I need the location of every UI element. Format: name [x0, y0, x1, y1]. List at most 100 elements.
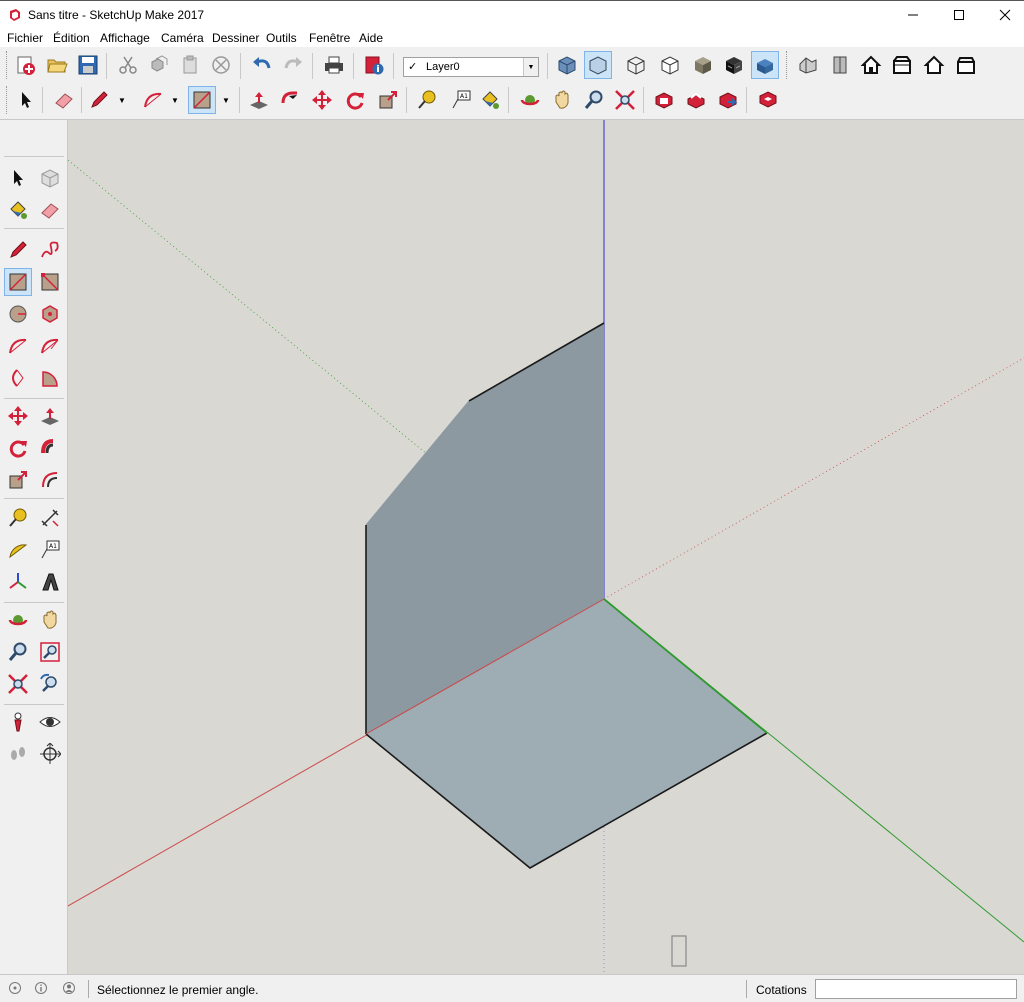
follow-me-tool-button[interactable] — [36, 434, 64, 462]
look-around-button[interactable] — [36, 708, 64, 736]
cut-button[interactable] — [114, 51, 142, 79]
save-button[interactable] — [74, 51, 102, 79]
rotate-tool-button[interactable] — [341, 86, 369, 114]
polygon-tool-button[interactable] — [36, 300, 64, 328]
eraser-tool-button[interactable] — [36, 196, 64, 224]
open-button[interactable] — [43, 51, 71, 79]
line-tool-button[interactable] — [4, 236, 32, 264]
front-view-button[interactable] — [857, 51, 885, 79]
zoom-tool-button[interactable] — [580, 86, 608, 114]
select-tool-button[interactable] — [4, 164, 32, 192]
back-view-button[interactable] — [920, 51, 948, 79]
line-tool-button[interactable] — [85, 86, 113, 114]
follow-me-tool-button[interactable] — [276, 86, 304, 114]
zoom-extents-tool-button[interactable] — [611, 86, 639, 114]
layer-select[interactable]: ✓ Layer0 ▼ — [403, 57, 539, 77]
scale-tool-button[interactable] — [374, 86, 402, 114]
arc-tool-button[interactable] — [139, 86, 167, 114]
user-account-icon[interactable] — [62, 981, 76, 995]
make-component-button[interactable] — [36, 164, 64, 192]
menu-fichier[interactable]: Fichier — [7, 31, 43, 45]
paste-button[interactable] — [176, 51, 204, 79]
top-view-button[interactable] — [826, 51, 854, 79]
menu-outils[interactable]: Outils — [266, 31, 297, 45]
maximize-button[interactable] — [936, 1, 982, 29]
left-view-button[interactable] — [952, 51, 980, 79]
credits-info-icon[interactable] — [34, 981, 48, 995]
tape-measure-tool-button[interactable] — [413, 86, 441, 114]
rotate-tool-button[interactable] — [4, 434, 32, 462]
move-tool-button[interactable] — [4, 402, 32, 430]
push-pull-tool-button[interactable] — [36, 402, 64, 430]
dimension-tool-button[interactable] — [36, 504, 64, 532]
zoom-tool-button[interactable] — [4, 638, 32, 666]
menu-edition[interactable]: Édition — [53, 31, 90, 45]
right-view-button[interactable] — [888, 51, 916, 79]
rotated-rectangle-tool-button[interactable] — [36, 268, 64, 296]
freehand-tool-button[interactable] — [36, 236, 64, 264]
select-tool-button[interactable] — [12, 86, 40, 114]
position-camera-button[interactable] — [4, 708, 32, 736]
close-button[interactable] — [982, 1, 1024, 29]
menu-affichage[interactable]: Affichage — [100, 31, 150, 45]
orbit-tool-button[interactable] — [4, 606, 32, 634]
back-edges-style-button[interactable] — [584, 51, 612, 79]
warehouse-button[interactable] — [650, 86, 678, 114]
iso-view-button[interactable] — [794, 51, 822, 79]
scale-tool-button[interactable] — [4, 466, 32, 494]
eraser-tool-button[interactable] — [50, 86, 78, 114]
three-point-arc-tool-button[interactable] — [4, 364, 32, 392]
move-tool-button[interactable] — [308, 86, 336, 114]
menu-camera[interactable]: Caméra — [161, 31, 204, 45]
arc-tool-button[interactable] — [4, 332, 32, 360]
circle-tool-button[interactable] — [4, 300, 32, 328]
chevron-down-icon[interactable]: ▼ — [221, 86, 231, 114]
measurements-input[interactable] — [815, 979, 1017, 999]
chevron-down-icon[interactable]: ▼ — [523, 58, 538, 76]
protractor-tool-button[interactable] — [4, 536, 32, 564]
copy-button[interactable] — [145, 51, 173, 79]
menu-fenetre[interactable]: Fenêtre — [309, 31, 350, 45]
extension-warehouse-button[interactable] — [754, 86, 782, 114]
3d-text-tool-button[interactable] — [36, 568, 64, 596]
chevron-down-icon[interactable]: ▼ — [117, 86, 127, 114]
monochrome-style-button[interactable] — [751, 51, 779, 79]
pie-tool-button[interactable] — [36, 364, 64, 392]
hidden-line-style-button[interactable] — [656, 51, 684, 79]
xray-style-button[interactable] — [553, 51, 581, 79]
toolbar-handle[interactable] — [786, 51, 790, 79]
pan-tool-button[interactable] — [548, 86, 576, 114]
new-button[interactable] — [12, 51, 40, 79]
two-point-arc-tool-button[interactable] — [36, 332, 64, 360]
menu-aide[interactable]: Aide — [359, 31, 383, 45]
print-button[interactable] — [320, 51, 348, 79]
tape-measure-tool-button[interactable] — [4, 504, 32, 532]
rectangle-tool-button[interactable] — [4, 268, 32, 296]
paint-bucket-tool-button[interactable] — [4, 196, 32, 224]
share-component-button[interactable] — [714, 86, 742, 114]
erase-button[interactable] — [207, 51, 235, 79]
rectangle-tool-button[interactable] — [188, 86, 216, 114]
toolbar-handle[interactable] — [6, 86, 10, 114]
offset-tool-button[interactable] — [36, 466, 64, 494]
zoom-window-tool-button[interactable] — [36, 638, 64, 666]
text-tool-button[interactable]: A1 — [36, 536, 64, 564]
menu-dessiner[interactable]: Dessiner — [212, 31, 259, 45]
model-info-button[interactable] — [360, 51, 388, 79]
zoom-extents-tool-button[interactable] — [4, 670, 32, 698]
orbit-tool-button[interactable] — [516, 86, 544, 114]
text-tool-button[interactable]: A1 — [447, 86, 475, 114]
modeling-viewport[interactable] — [68, 120, 1024, 974]
paint-bucket-tool-button[interactable] — [476, 86, 504, 114]
geolocation-icon[interactable] — [8, 981, 22, 995]
redo-button[interactable] — [279, 51, 307, 79]
undo-button[interactable] — [248, 51, 276, 79]
axes-tool-button[interactable] — [4, 568, 32, 596]
walk-button[interactable] — [4, 740, 32, 768]
previous-view-button[interactable] — [36, 670, 64, 698]
shaded-style-button[interactable] — [689, 51, 717, 79]
wireframe-style-button[interactable] — [622, 51, 650, 79]
share-model-button[interactable] — [682, 86, 710, 114]
toolbar-handle[interactable] — [6, 51, 10, 79]
push-pull-tool-button[interactable] — [245, 86, 273, 114]
